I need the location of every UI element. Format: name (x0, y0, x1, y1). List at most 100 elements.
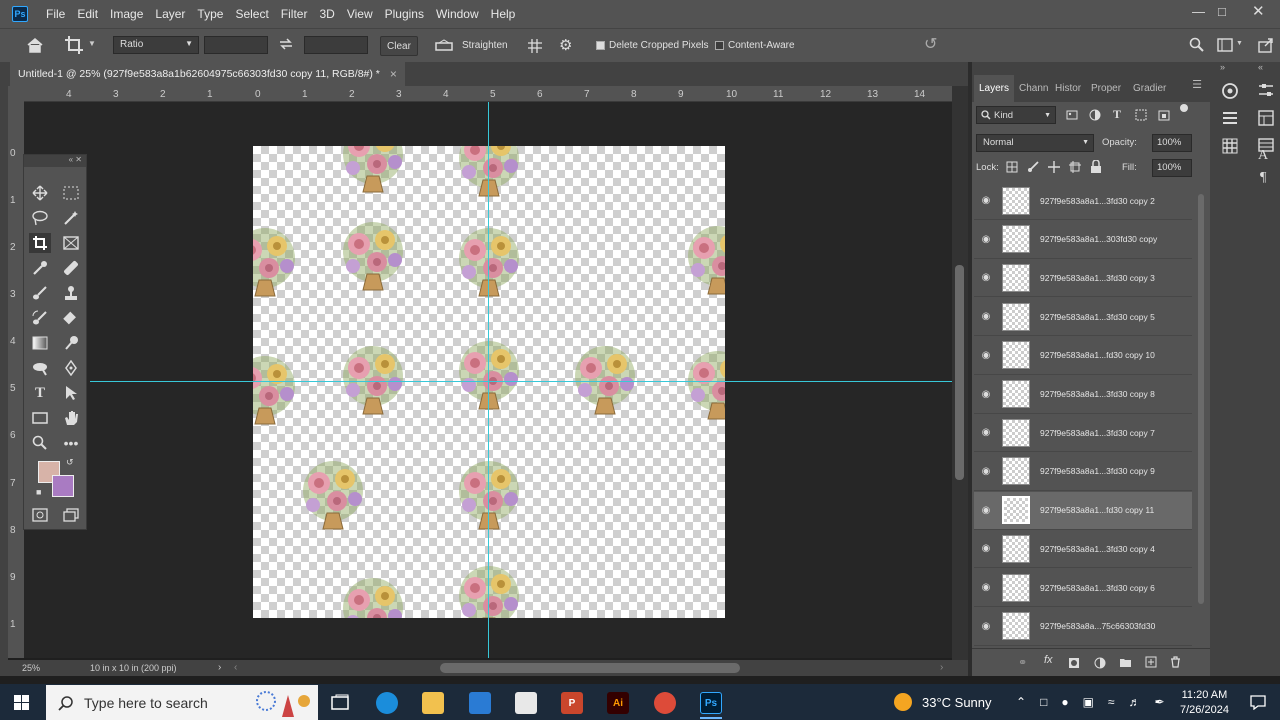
tab-channels[interactable]: Chann (1014, 83, 1050, 102)
adjustments-icon[interactable] (1258, 82, 1274, 98)
layer-name[interactable]: 927f9e583a8a1...3fd30 copy 6 (1040, 583, 1155, 593)
blend-mode-select[interactable]: Normal ▼ (976, 134, 1094, 152)
eye-visibility-icon[interactable]: ◉ (974, 543, 998, 554)
filter-toggle-icon[interactable] (1180, 104, 1188, 112)
magic-wand-icon[interactable] (60, 208, 82, 228)
background-color-swatch[interactable] (52, 475, 74, 497)
ratio-width-input[interactable] (204, 36, 268, 54)
layer-row[interactable]: ◉ 927f9e583a8a1...3fd30 copy 7 (974, 414, 1192, 453)
collapse-dock-icon[interactable]: « (1258, 62, 1263, 72)
notifications-icon[interactable] (1250, 694, 1266, 710)
eye-visibility-icon[interactable]: ◉ (974, 582, 998, 593)
opacity-input[interactable]: 100% (1152, 134, 1192, 152)
document-tab[interactable]: Untitled-1 @ 25% (927f9e583a8a1b62604975… (10, 62, 405, 86)
store-icon[interactable] (515, 692, 537, 714)
lock-all-icon[interactable] (1090, 160, 1102, 173)
layer-row[interactable]: ◉ 927f9e583a8a1...3fd30 copy 9 (974, 453, 1192, 491)
clear-button[interactable]: Clear (380, 36, 418, 56)
lock-position-icon[interactable] (1048, 161, 1060, 173)
layer-row[interactable]: ◉ 927f9e583a8a1...3fd30 copy 4 (974, 530, 1192, 569)
crop-tool-icon[interactable] (64, 35, 84, 55)
menu-3d[interactable]: 3D (313, 7, 340, 21)
swap-colors-icon[interactable]: ↺ (66, 457, 74, 468)
vertical-scrollbar-thumb[interactable] (955, 265, 964, 480)
delete-cropped-checkbox[interactable] (596, 41, 605, 50)
menu-select[interactable]: Select (229, 7, 274, 21)
horizontal-ruler[interactable]: 4 3 2 1 0 1 2 3 4 5 6 7 8 9 10 11 12 13 … (24, 86, 952, 102)
more-tools-icon[interactable]: ••• (60, 433, 82, 453)
chevron-left-icon[interactable]: ‹ (234, 662, 237, 673)
move-tool-icon[interactable] (29, 183, 51, 203)
layer-row[interactable]: ◉ 927f9e583a8a1...3fd30 copy 5 (974, 298, 1192, 337)
fx-icon[interactable]: fx (1044, 654, 1053, 666)
layer-row[interactable]: ◉ 927f9e583a8a1...fd30 copy 10 (974, 337, 1192, 375)
menu-type[interactable]: Type (191, 7, 229, 21)
layer-name[interactable]: 927f9e583a8a1...3fd30 copy 7 (1040, 428, 1155, 438)
eye-visibility-icon[interactable]: ◉ (974, 234, 998, 245)
taskbar-search[interactable]: Type here to search (46, 685, 318, 720)
layer-name[interactable]: 927f9e583a8a1...3fd30 copy 3 (1040, 273, 1155, 283)
screen-mode-icon[interactable] (60, 505, 82, 525)
libraries-icon[interactable] (1222, 110, 1238, 126)
paragraph-icon[interactable]: ¶ (1260, 170, 1266, 186)
lock-brush-icon[interactable] (1027, 161, 1039, 173)
menu-file[interactable]: File (40, 7, 71, 21)
layer-row[interactable]: ◉ 927f9e583a8a1...3fd30 copy 2 (974, 182, 1192, 220)
tab-gradients[interactable]: Gradier (1128, 83, 1170, 102)
edge-browser-icon[interactable] (376, 692, 398, 714)
powerpoint-icon[interactable]: P (561, 692, 583, 714)
history-brush-icon[interactable] (29, 308, 51, 328)
trash-icon[interactable] (1170, 656, 1181, 668)
menu-plugins[interactable]: Plugins (379, 7, 430, 21)
straighten-icon[interactable] (435, 39, 453, 51)
ratio-height-input[interactable] (304, 36, 368, 54)
marquee-tool-icon[interactable] (60, 183, 82, 203)
gradient-tool-icon[interactable] (29, 333, 51, 353)
filter-type-icon[interactable]: T (1113, 107, 1121, 122)
layer-row[interactable]: ◉ 927f9e583a8a1...3fd30 copy 6 (974, 569, 1192, 607)
gear-icon[interactable]: ⚙ (559, 36, 572, 54)
eye-visibility-icon[interactable]: ◉ (974, 272, 998, 283)
horizontal-scrollbar-thumb[interactable] (440, 663, 740, 673)
frame-tool-icon[interactable] (60, 233, 82, 253)
panel-menu-icon[interactable]: ☰ (1192, 78, 1202, 91)
layer-row[interactable]: ◉ 927f9e583a8a1...3fd30 copy 8 (974, 376, 1192, 414)
close-window-icon[interactable]: ✕ (1252, 2, 1265, 20)
swatches-icon[interactable] (1222, 138, 1238, 154)
vertical-guide[interactable] (488, 102, 489, 658)
pen-icon[interactable]: ✒ (1155, 695, 1165, 709)
horizontal-guide[interactable] (90, 381, 952, 382)
learn-icon[interactable] (1220, 82, 1240, 100)
menu-help[interactable]: Help (485, 7, 522, 21)
share-icon[interactable] (1258, 37, 1274, 53)
network-icon[interactable]: ▣ (1083, 695, 1094, 709)
zoom-level[interactable]: 25% (22, 663, 40, 673)
adjustment-layer-icon[interactable] (1094, 657, 1106, 669)
microphone-icon[interactable]: ● (1061, 695, 1068, 709)
menu-edit[interactable]: Edit (71, 7, 104, 21)
fill-input[interactable]: 100% (1152, 159, 1192, 177)
maximize-icon[interactable]: □ (1218, 4, 1226, 19)
layer-name[interactable]: 927f9e583a8a1...3fd30 copy 4 (1040, 544, 1155, 554)
eye-visibility-icon[interactable]: ◉ (974, 505, 998, 516)
layer-name[interactable]: 927f9e583a8a1...3fd30 copy 2 (1040, 196, 1155, 206)
layout-icon[interactable] (1258, 110, 1274, 126)
menu-image[interactable]: Image (104, 7, 149, 21)
smudge-tool-icon[interactable] (60, 333, 82, 353)
eraser-tool-icon[interactable] (60, 308, 82, 328)
layer-row[interactable]: ◉ 927f9e583a8a1...303fd30 copy (974, 221, 1192, 259)
chevron-up-icon[interactable]: ⌃ (1016, 695, 1026, 709)
layer-name[interactable]: 927f9e583a8a1...fd30 copy 11 (1040, 505, 1154, 515)
chevron-right-icon[interactable]: › (940, 662, 943, 673)
layers-scrollbar[interactable] (1198, 194, 1204, 604)
lock-artboard-icon[interactable] (1069, 161, 1081, 173)
layer-name[interactable]: 927f9e583a8a...75c66303fd30 (1040, 621, 1155, 631)
vertical-ruler[interactable]: 0 1 2 3 4 5 6 7 8 9 1 (8, 102, 24, 658)
minimize-icon[interactable]: — (1192, 4, 1205, 19)
layer-name[interactable]: 927f9e583a8a1...fd30 copy 10 (1040, 350, 1155, 360)
meet-now-icon[interactable]: □ (1040, 695, 1047, 709)
layer-name[interactable]: 927f9e583a8a1...303fd30 copy (1040, 234, 1157, 244)
hand-tool-icon[interactable] (60, 408, 82, 428)
eye-visibility-icon[interactable]: ◉ (974, 311, 998, 322)
layer-name[interactable]: 927f9e583a8a1...3fd30 copy 9 (1040, 466, 1155, 476)
